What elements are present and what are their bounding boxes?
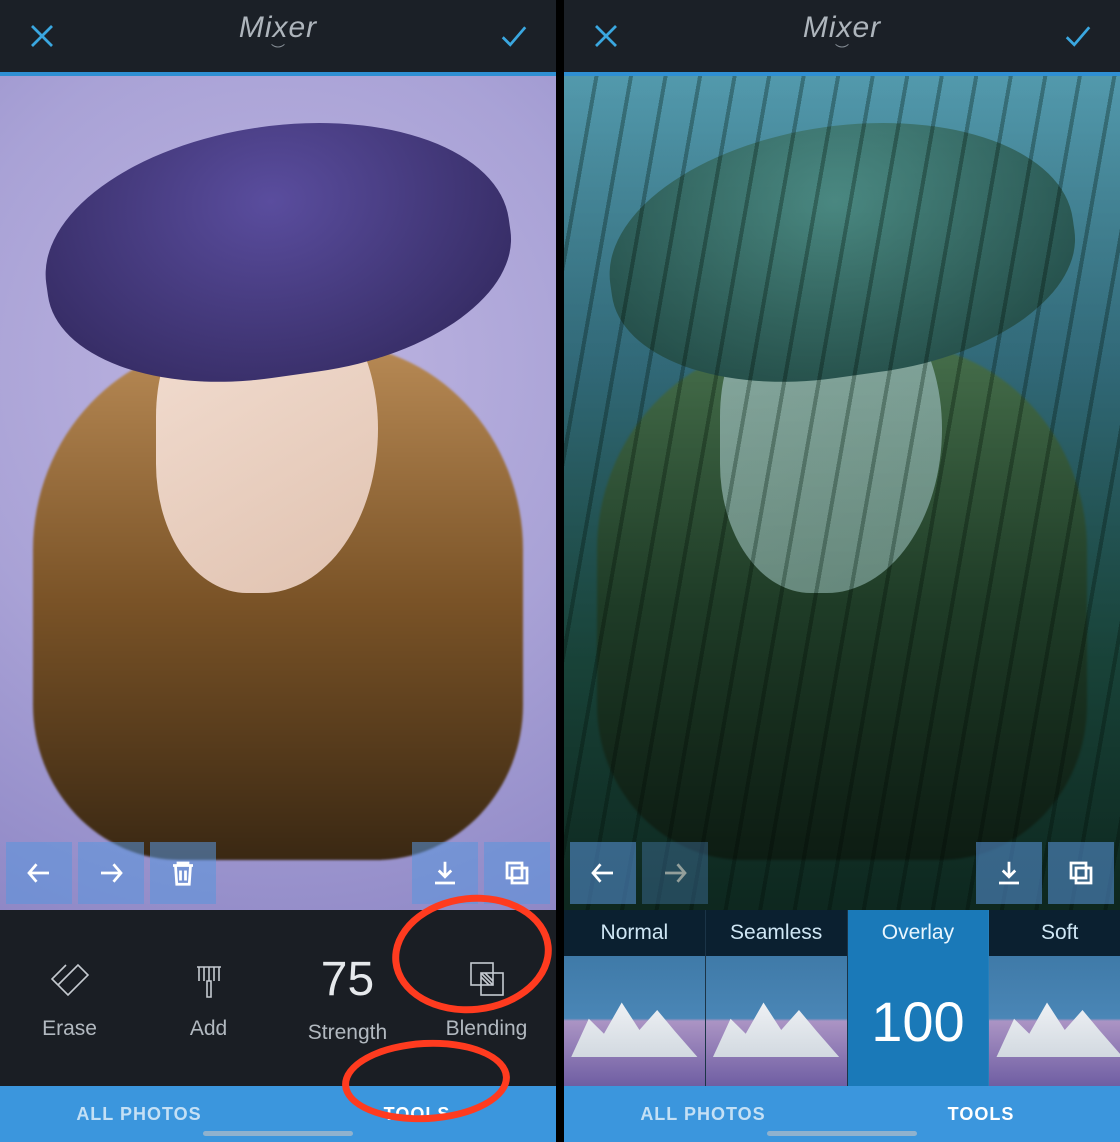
blend-thumb [989, 956, 1120, 1086]
import-button[interactable] [412, 842, 478, 904]
download-icon [994, 858, 1024, 888]
phone-right: Mixer ︶ [564, 0, 1120, 1142]
tool-strength[interactable]: 75 Strength [278, 952, 417, 1045]
tool-strength-label: Strength [308, 1021, 387, 1045]
tool-erase[interactable]: Erase [0, 955, 139, 1041]
tools-row: Erase Add 75 Strength Blending [0, 910, 556, 1086]
blend-mode-label: Overlay [848, 910, 989, 956]
blend-mode-label: Soft [989, 910, 1120, 956]
eraser-icon [46, 955, 94, 1003]
import-button[interactable] [976, 842, 1042, 904]
portrait-placeholder [0, 76, 556, 910]
blend-modes-row[interactable]: Normal Seamless Overlay 100 Soft [564, 910, 1120, 1086]
trash-icon [168, 858, 198, 888]
screen-title[interactable]: Mixer [803, 11, 881, 44]
brush-icon [185, 955, 233, 1003]
close-icon [27, 21, 57, 51]
bottom-tabbar: ALL PHOTOS TOOLS [0, 1086, 556, 1142]
chevron-down-icon: ︶ [0, 41, 556, 61]
close-button[interactable] [22, 16, 62, 56]
checkmark-icon [499, 21, 529, 51]
header: Mixer ︶ [0, 0, 556, 72]
canvas-actions [564, 842, 1120, 904]
arrow-left-icon [24, 858, 54, 888]
redo-button[interactable] [642, 842, 708, 904]
arrow-right-icon [660, 858, 690, 888]
blend-mode-soft[interactable]: Soft [989, 910, 1120, 1086]
copy-icon [502, 858, 532, 888]
blend-mode-label: Seamless [706, 910, 847, 956]
copy-icon [1066, 858, 1096, 888]
download-icon [430, 858, 460, 888]
checkmark-icon [1063, 21, 1093, 51]
edit-canvas[interactable] [564, 76, 1120, 910]
blend-thumb: 100 [848, 956, 989, 1086]
edit-canvas[interactable] [0, 76, 556, 910]
undo-button[interactable] [6, 842, 72, 904]
blend-value: 100 [871, 989, 964, 1054]
canvas-actions [0, 842, 556, 904]
phone-left: Mixer ︶ [0, 0, 556, 1142]
title-wrap: Mixer ︶ [0, 11, 556, 61]
home-indicator [203, 1131, 353, 1136]
undo-button[interactable] [570, 842, 636, 904]
arrow-right-icon [96, 858, 126, 888]
strength-value: 75 [321, 952, 374, 1007]
blending-icon [463, 955, 511, 1003]
close-icon [591, 21, 621, 51]
arrow-left-icon [588, 858, 618, 888]
close-button[interactable] [586, 16, 626, 56]
tool-erase-label: Erase [42, 1017, 97, 1041]
blend-thumb [706, 956, 847, 1086]
screen-title[interactable]: Mixer [239, 11, 317, 44]
portrait-placeholder [564, 76, 1120, 910]
tool-blending-label: Blending [446, 1017, 528, 1041]
bottom-tabbar: ALL PHOTOS TOOLS [564, 1086, 1120, 1142]
title-wrap: Mixer ︶ [564, 11, 1120, 61]
delete-button[interactable] [150, 842, 216, 904]
tool-add-label: Add [190, 1017, 227, 1041]
confirm-button[interactable] [494, 16, 534, 56]
blend-mode-normal[interactable]: Normal [564, 910, 706, 1086]
duplicate-button[interactable] [484, 842, 550, 904]
chevron-down-icon: ︶ [564, 41, 1120, 61]
tool-blending[interactable]: Blending [417, 955, 556, 1041]
blend-mode-label: Normal [564, 910, 705, 956]
home-indicator [767, 1131, 917, 1136]
blend-thumb [564, 956, 705, 1086]
confirm-button[interactable] [1058, 16, 1098, 56]
redo-button[interactable] [78, 842, 144, 904]
duplicate-button[interactable] [1048, 842, 1114, 904]
blend-mode-overlay[interactable]: Overlay 100 [848, 910, 990, 1086]
tool-add[interactable]: Add [139, 955, 278, 1041]
screenshot-pair: Mixer ︶ [0, 0, 1120, 1142]
header: Mixer ︶ [564, 0, 1120, 72]
blend-mode-seamless[interactable]: Seamless [706, 910, 848, 1086]
